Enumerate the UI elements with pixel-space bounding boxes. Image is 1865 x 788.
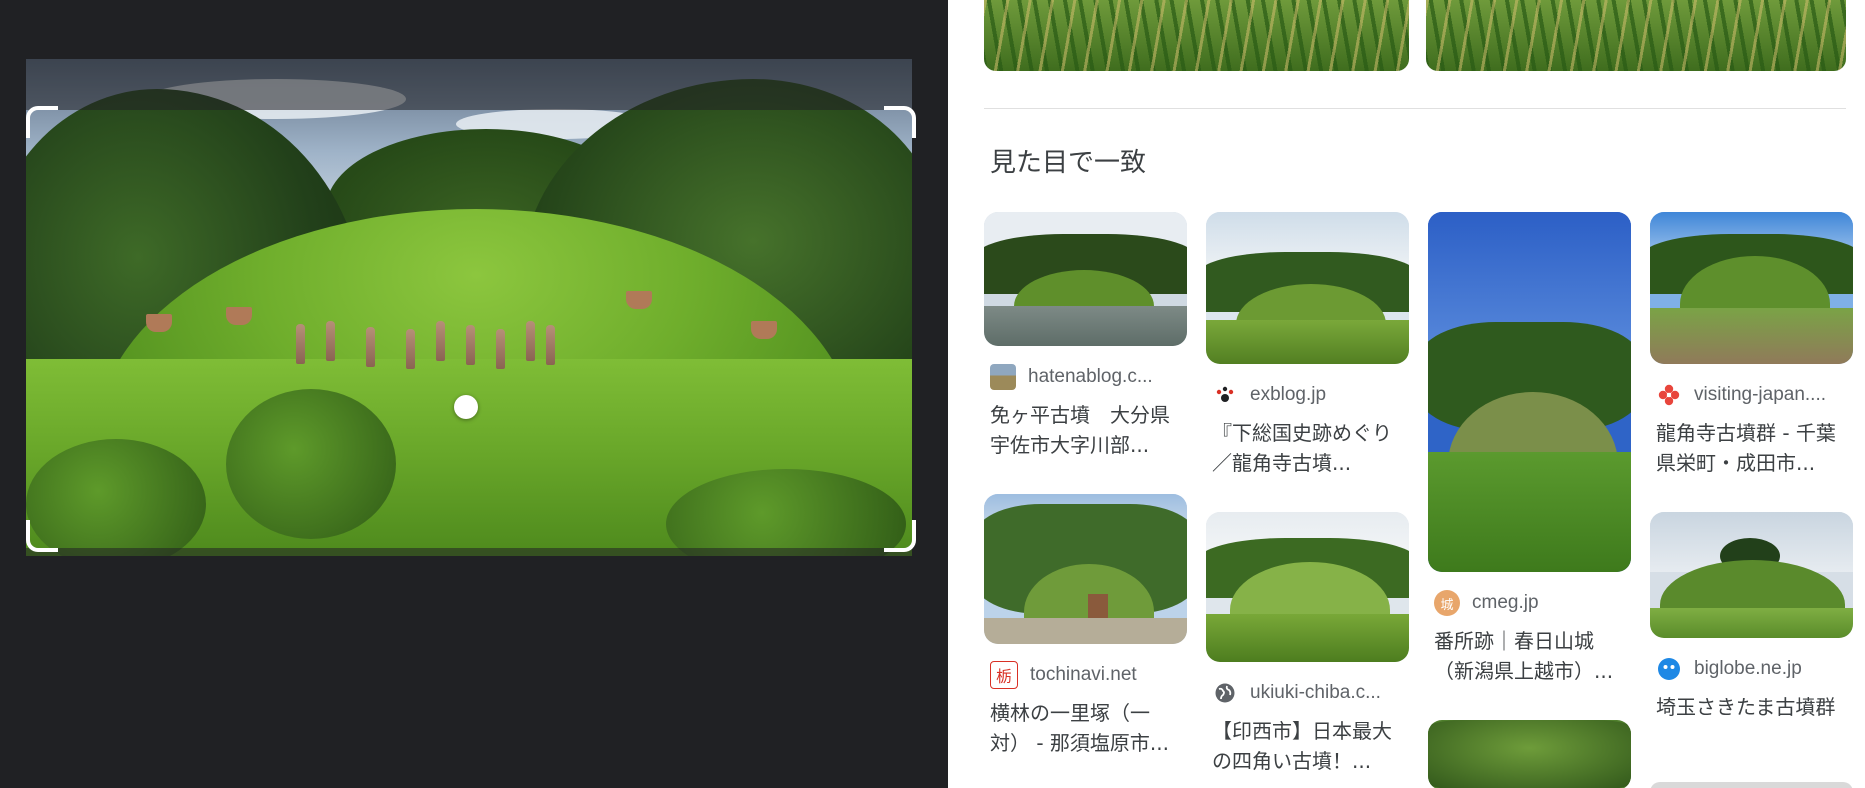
result-thumbnail[interactable] bbox=[984, 0, 1409, 71]
result-thumbnail[interactable] bbox=[1650, 512, 1853, 638]
result-title[interactable]: 龍角寺古墳群 - 千葉県栄町・成田市... bbox=[1656, 418, 1846, 478]
result-thumbnail[interactable] bbox=[1206, 212, 1409, 364]
results-pane: 見た目で一致 hatenablog.c... 免ヶ平古墳 大分県宇佐市大字川部.… bbox=[948, 0, 1865, 788]
result-source[interactable]: 栃 tochinavi.net bbox=[984, 661, 1187, 689]
result-thumbnail[interactable] bbox=[1426, 0, 1846, 71]
result-thumbnail[interactable] bbox=[984, 212, 1187, 346]
result-source-name: ukiuki-chiba.c... bbox=[1250, 682, 1381, 703]
globe-icon bbox=[1212, 680, 1238, 706]
paw-favicon-icon bbox=[1212, 382, 1238, 408]
haniwa-pot bbox=[626, 291, 652, 309]
result-source-name: biglobe.ne.jp bbox=[1694, 658, 1802, 679]
landscape-favicon-icon bbox=[990, 364, 1016, 390]
crop-handle-top-right[interactable] bbox=[884, 106, 916, 138]
flower-favicon-icon bbox=[1656, 382, 1682, 408]
tochigi-favicon-icon: 栃 bbox=[990, 661, 1018, 689]
haniwa-figure bbox=[436, 321, 445, 361]
crop-handle-top-left[interactable] bbox=[26, 106, 58, 138]
result-thumbnail[interactable] bbox=[1428, 212, 1631, 572]
haniwa-figure bbox=[546, 325, 555, 365]
result-thumbnail[interactable] bbox=[1428, 720, 1631, 788]
selection-focus-dot[interactable] bbox=[454, 395, 478, 419]
haniwa-figure bbox=[366, 327, 375, 367]
result-title[interactable]: 埼玉さきたま古墳群 bbox=[1656, 692, 1846, 722]
haniwa-pot bbox=[146, 314, 172, 332]
haniwa-figure bbox=[466, 325, 475, 365]
biglobe-favicon-icon bbox=[1656, 656, 1682, 682]
section-title: 見た目で一致 bbox=[990, 148, 1147, 178]
visual-match-card[interactable]: hatenablog.c... 免ヶ平古墳 大分県宇佐市大字川部... bbox=[984, 212, 1187, 460]
result-source[interactable]: hatenablog.c... bbox=[984, 364, 1187, 390]
result-source-name: cmeg.jp bbox=[1472, 592, 1539, 613]
result-thumbnail[interactable] bbox=[1650, 782, 1853, 788]
visual-match-card[interactable] bbox=[1650, 782, 1853, 788]
result-thumbnail[interactable] bbox=[1206, 512, 1409, 662]
crop-handle-bottom-right[interactable] bbox=[884, 520, 916, 552]
visual-match-card[interactable]: visiting-japan.... 龍角寺古墳群 - 千葉県栄町・成田市... bbox=[1650, 212, 1853, 478]
kofun-mound-photo bbox=[26, 59, 912, 556]
crop-dim-overlay bbox=[26, 548, 912, 556]
crop-dim-overlay bbox=[26, 59, 912, 110]
haniwa-pot bbox=[751, 321, 777, 339]
visual-match-card[interactable]: 城 cmeg.jp 番所跡｜春日山城（新潟県上越市）... bbox=[1428, 212, 1631, 686]
haniwa-figure bbox=[526, 321, 535, 361]
haniwa-figure bbox=[296, 324, 305, 364]
visual-match-card[interactable]: 栃 tochinavi.net 横林の一里塚（一対） - 那須塩原市... bbox=[984, 494, 1187, 758]
haniwa-figure bbox=[406, 329, 415, 369]
result-source-name: exblog.jp bbox=[1250, 384, 1327, 405]
result-source[interactable]: 城 cmeg.jp bbox=[1428, 590, 1631, 616]
result-thumbnail[interactable] bbox=[1650, 212, 1853, 364]
image-preview-pane bbox=[0, 0, 948, 788]
haniwa-pot bbox=[226, 307, 252, 325]
haniwa-figure bbox=[496, 329, 505, 369]
haniwa-figure bbox=[326, 321, 335, 361]
result-title[interactable]: 『下総国史跡めぐり／龍角寺古墳... bbox=[1212, 418, 1402, 478]
result-title[interactable]: 【印西市】日本最大の四角い古墳！... bbox=[1212, 716, 1402, 776]
result-source[interactable]: exblog.jp bbox=[1206, 382, 1409, 408]
shrub bbox=[226, 389, 396, 539]
visual-match-card[interactable] bbox=[1428, 720, 1631, 788]
result-title[interactable]: 横林の一里塚（一対） - 那須塩原市... bbox=[990, 698, 1180, 758]
source-image[interactable] bbox=[26, 59, 912, 556]
result-title[interactable]: 番所跡｜春日山城（新潟県上越市）... bbox=[1434, 626, 1624, 686]
result-source-name: hatenablog.c... bbox=[1028, 366, 1153, 387]
castle-favicon-icon: 城 bbox=[1434, 590, 1460, 616]
crop-handle-bottom-left[interactable] bbox=[26, 520, 58, 552]
result-source-name: visiting-japan.... bbox=[1694, 384, 1827, 405]
result-source[interactable]: biglobe.ne.jp bbox=[1650, 656, 1853, 682]
result-thumbnail[interactable] bbox=[984, 494, 1187, 644]
visual-match-card[interactable]: ukiuki-chiba.c... 【印西市】日本最大の四角い古墳！... bbox=[1206, 512, 1409, 776]
visual-match-card[interactable]: exblog.jp 『下総国史跡めぐり／龍角寺古墳... bbox=[1206, 212, 1409, 478]
section-divider bbox=[984, 108, 1846, 109]
visual-match-card[interactable]: biglobe.ne.jp 埼玉さきたま古墳群 bbox=[1650, 512, 1853, 722]
result-source[interactable]: ukiuki-chiba.c... bbox=[1206, 680, 1409, 706]
result-source-name: tochinavi.net bbox=[1030, 664, 1137, 685]
result-title[interactable]: 免ヶ平古墳 大分県宇佐市大字川部... bbox=[990, 400, 1180, 460]
result-source[interactable]: visiting-japan.... bbox=[1650, 382, 1853, 408]
